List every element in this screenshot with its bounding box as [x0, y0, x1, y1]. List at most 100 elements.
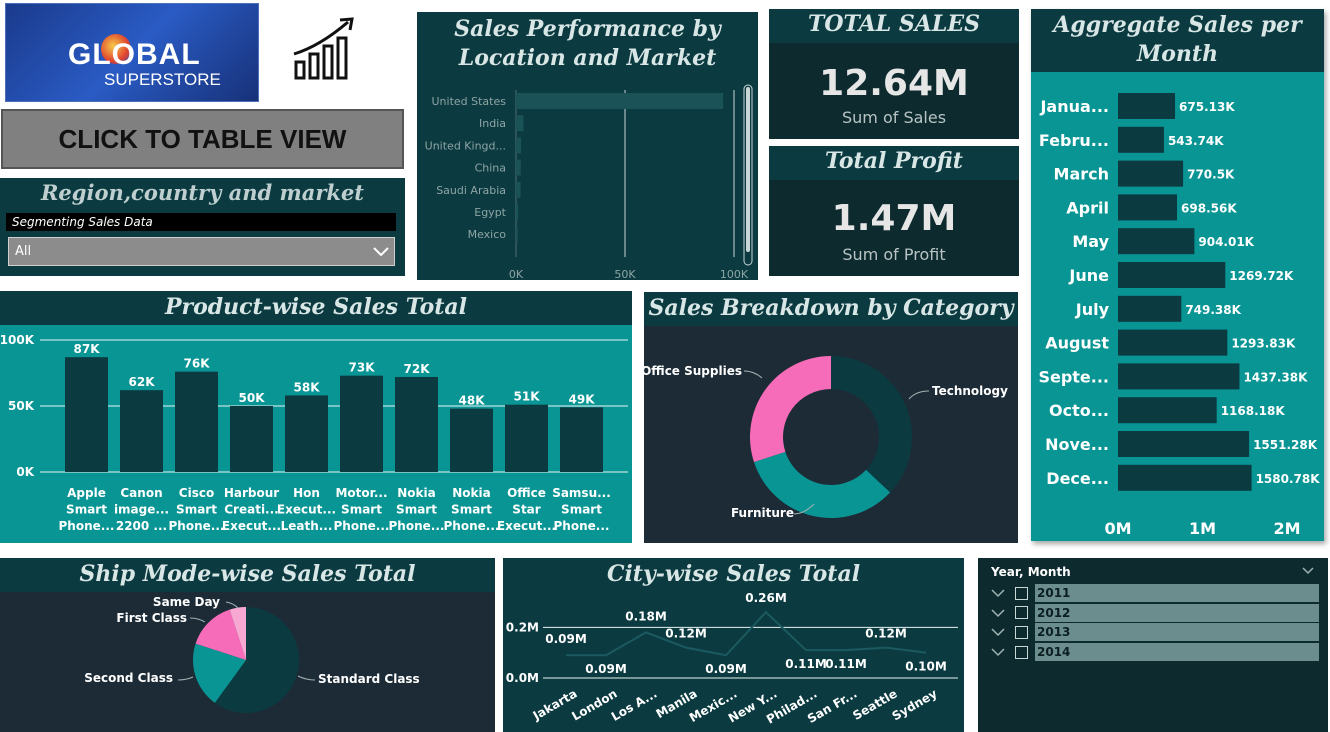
category-label: China	[475, 162, 506, 175]
year-item-2011[interactable]: 2011	[978, 584, 1328, 602]
leader-line	[297, 675, 316, 681]
slice-technology	[831, 356, 912, 493]
data-label: 0.10M	[905, 660, 947, 674]
data-label: 1437.38K	[1243, 370, 1308, 384]
slicer-collapse-icon[interactable]	[1302, 567, 1314, 575]
month-label: June	[1068, 266, 1109, 285]
year-checkbox[interactable]	[1015, 625, 1028, 639]
category-label: Sydney	[890, 686, 940, 723]
bar	[516, 137, 522, 154]
year-item-2014[interactable]: 2014	[978, 643, 1328, 662]
month-label: July	[1075, 300, 1110, 319]
total-profit-card: Total Profit 1.47M Sum of Profit	[769, 146, 1019, 276]
category-label: Mexico	[468, 228, 507, 241]
slice-label: Furniture	[731, 506, 794, 520]
y-tick-label: 0K	[16, 465, 34, 479]
total-profit-title: Total Profit	[769, 146, 1019, 180]
year-checkbox[interactable]	[1015, 645, 1028, 659]
year-checkbox[interactable]	[1015, 606, 1028, 620]
data-label: 49K	[569, 392, 596, 406]
category-label: 2200 ...	[116, 519, 167, 533]
year-item-2012[interactable]: 2012	[978, 603, 1328, 622]
data-label: 76K	[184, 357, 211, 371]
data-label: 0.11M	[825, 657, 867, 671]
y-tick-label: 0.2M	[506, 620, 539, 634]
bar	[516, 181, 521, 198]
region-filter-dropdown[interactable]: All	[8, 237, 395, 266]
category-label: Phone...	[444, 519, 500, 533]
total-sales-value: 12.64M	[819, 63, 969, 104]
table-view-button-label: CLICK TO TABLE VIEW	[58, 123, 347, 154]
month-label: May	[1072, 232, 1109, 251]
product-chart-title: Product-wise Sales Total	[0, 291, 632, 325]
data-label: 904.01K	[1198, 235, 1254, 249]
bar	[516, 93, 724, 109]
x-tick-label: 50K	[614, 268, 636, 280]
logo-text-main: GLOBAL	[68, 38, 201, 71]
bar	[1118, 126, 1164, 153]
expand-chevron-icon[interactable]	[991, 608, 1005, 618]
shipmode-chart-title: Ship Mode-wise Sales Total	[0, 558, 495, 592]
category-label: Hon	[293, 486, 320, 500]
data-label: 543.74K	[1168, 134, 1224, 148]
category-label: Egypt	[474, 206, 506, 219]
category-label: Execut...	[222, 519, 281, 533]
month-label: August	[1045, 334, 1109, 353]
category-label: Apple	[67, 486, 106, 500]
bar	[505, 404, 548, 472]
data-label: 0.12M	[865, 627, 907, 641]
category-label: Office	[507, 486, 546, 500]
expand-chevron-icon[interactable]	[991, 627, 1005, 637]
city-chart-title: City-wise Sales Total	[503, 558, 964, 592]
leader-line	[189, 617, 206, 623]
bar	[516, 226, 518, 243]
data-label: 1293.83K	[1231, 337, 1296, 351]
year-item-2013[interactable]: 2013	[978, 623, 1328, 642]
table-view-button[interactable]: CLICK TO TABLE VIEW	[1, 109, 404, 169]
expand-chevron-icon[interactable]	[991, 588, 1005, 598]
category-label: United States	[432, 95, 507, 108]
category-label: Execut...	[277, 503, 336, 517]
x-tick-label: 0K	[509, 268, 524, 280]
data-label: 675.13K	[1179, 100, 1235, 114]
bar	[175, 371, 218, 472]
date-slicer-panel: Year, Month 2011 2012 2013 2014	[978, 558, 1328, 732]
category-label: Creati...	[224, 503, 279, 517]
bar	[1118, 431, 1250, 457]
bar	[1118, 464, 1252, 491]
bar	[1118, 363, 1240, 390]
bar	[516, 115, 524, 132]
bar	[516, 204, 519, 220]
data-label: 87K	[74, 342, 101, 356]
x-tick-label: 2M	[1273, 519, 1300, 538]
data-label: 0.09M	[585, 662, 627, 676]
year-label: 2011	[1035, 584, 1319, 602]
y-tick-label: 50K	[8, 399, 35, 413]
bar	[285, 395, 328, 472]
category-chart-title: Sales Breakdown by Category	[644, 292, 1018, 326]
bar	[516, 159, 521, 176]
monthly-bar-chart: Janua... 675.13K Febru... 543.74K March 770.5…	[1038, 93, 1320, 538]
data-label: 62K	[129, 375, 156, 389]
total-sales-title: TOTAL SALES	[769, 9, 1019, 43]
data-label: 0.12M	[665, 627, 707, 641]
x-tick-label: 1M	[1189, 519, 1216, 538]
location-bar-chart: 0K 50K 100K United States India United Kingd.…	[425, 84, 753, 280]
data-label: 0.09M	[705, 662, 747, 676]
year-label: 2013	[1035, 623, 1319, 642]
expand-chevron-icon[interactable]	[991, 647, 1005, 657]
year-checkbox[interactable]	[1015, 586, 1028, 600]
data-label: 0.26M	[745, 592, 787, 605]
leader-line	[225, 601, 239, 609]
category-label: Saudi Arabia	[436, 184, 506, 197]
category-label: image...	[114, 503, 169, 517]
category-label: Smart	[341, 503, 382, 517]
category-label: Phone...	[389, 519, 445, 533]
category-label: Smart	[451, 503, 492, 517]
data-label: 0.18M	[625, 609, 667, 623]
data-label: 1168.18K	[1221, 404, 1286, 418]
location-chart-title: Sales Performance by Location and Market	[417, 12, 758, 75]
region-filter-selected: All	[15, 244, 32, 259]
category-label: Phone...	[59, 519, 115, 533]
category-label: Nokia	[452, 486, 490, 500]
